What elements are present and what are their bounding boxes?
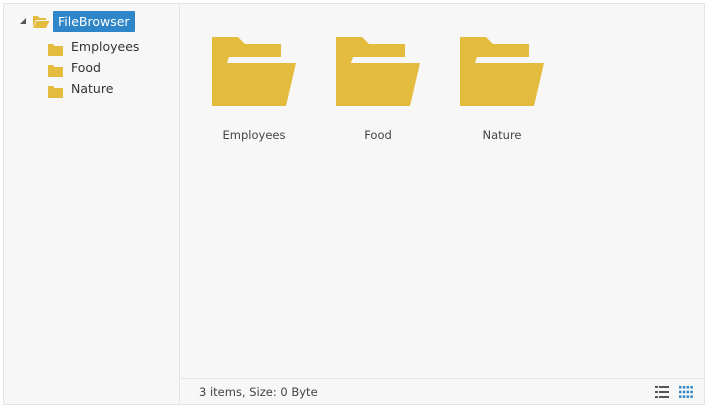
folder-tile-nature[interactable]: Nature bbox=[447, 34, 557, 146]
tree-root-item[interactable]: FileBrowser bbox=[18, 10, 135, 32]
tree-item-label: Nature bbox=[71, 81, 114, 96]
folder-content-view: Employees Food Nature bbox=[181, 4, 704, 378]
file-browser-window: FileBrowser Employees Food Nature Employ… bbox=[3, 3, 705, 405]
folder-tile-label: Nature bbox=[482, 128, 522, 142]
tree-item-label: Food bbox=[71, 60, 101, 75]
grid-view-icon[interactable] bbox=[679, 385, 693, 398]
tree-item-food[interactable]: Food bbox=[48, 57, 139, 78]
folder-tile-employees[interactable]: Employees bbox=[199, 34, 309, 146]
collapse-triangle-icon[interactable] bbox=[18, 16, 28, 26]
folder-open-icon bbox=[211, 36, 297, 108]
list-view-icon[interactable] bbox=[655, 385, 669, 398]
tree-item-label: Employees bbox=[71, 39, 140, 54]
status-summary: 3 items, Size: 0 Byte bbox=[199, 385, 318, 399]
status-bar: 3 items, Size: 0 Byte bbox=[181, 378, 704, 404]
folder-open-icon bbox=[32, 14, 50, 28]
folder-icon bbox=[48, 41, 63, 56]
folder-tile-label: Food bbox=[364, 128, 392, 142]
folder-tile-food[interactable]: Food bbox=[323, 34, 433, 146]
folder-icon bbox=[48, 83, 63, 98]
folder-tree-panel: FileBrowser Employees Food Nature bbox=[4, 4, 180, 404]
folder-icon bbox=[48, 62, 63, 77]
folder-open-icon bbox=[459, 36, 545, 108]
folder-open-icon bbox=[335, 36, 421, 108]
tree-children: Employees Food Nature bbox=[48, 36, 139, 99]
tree-root-label[interactable]: FileBrowser bbox=[53, 10, 135, 32]
tree-item-nature[interactable]: Nature bbox=[48, 78, 139, 99]
folder-tile-label: Employees bbox=[222, 128, 286, 142]
tree-item-employees[interactable]: Employees bbox=[48, 36, 139, 57]
